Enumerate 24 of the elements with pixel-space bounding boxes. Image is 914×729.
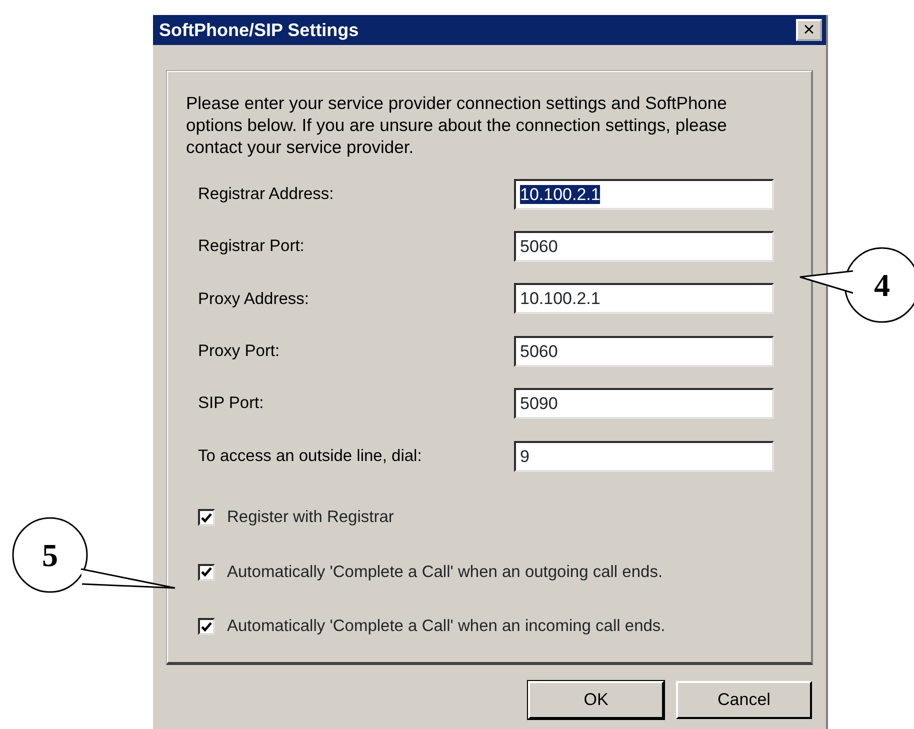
field-label: Registrar Address:	[197, 184, 335, 205]
checkbox-label: Automatically 'Complete a Call' when an outgoing call ends.	[227, 562, 663, 583]
input-field[interactable]: 10.100.2.1	[514, 178, 774, 210]
checkbox[interactable]	[198, 564, 215, 581]
checkbox[interactable]	[198, 509, 215, 526]
close-button[interactable]: ×	[796, 19, 822, 41]
input-field[interactable]: 9	[514, 440, 774, 472]
window-title: SoftPhone/SIP Settings	[159, 18, 359, 42]
checkbox[interactable]	[198, 618, 215, 636]
field-label: Proxy Port:	[197, 340, 281, 362]
input-field[interactable]: 5090	[514, 388, 774, 420]
input-field[interactable]: 10.100.2.1	[514, 283, 774, 314]
field-label: SIP Port:	[197, 393, 265, 414]
ok-button[interactable]: OK	[528, 681, 664, 719]
input-field[interactable]: 5060	[514, 231, 774, 262]
input-field[interactable]: 5060	[514, 336, 774, 367]
cancel-button[interactable]: Cancel	[676, 681, 812, 719]
checkbox-label: Register with Registrar	[227, 507, 394, 528]
callout-bubble: 5	[12, 517, 176, 593]
instructions-text: Please enter your service provider connection settings and SoftPhone options below. If you are unsure about the connection settings, please contact your service provider.	[186, 92, 728, 158]
field-label: To access an outside line, dial:	[197, 446, 423, 467]
field-label: Registrar Port:	[197, 236, 306, 258]
field-label: Proxy Address:	[197, 288, 310, 310]
checkbox-label: Automatically 'Complete a Call' when an incoming call ends.	[227, 616, 666, 638]
